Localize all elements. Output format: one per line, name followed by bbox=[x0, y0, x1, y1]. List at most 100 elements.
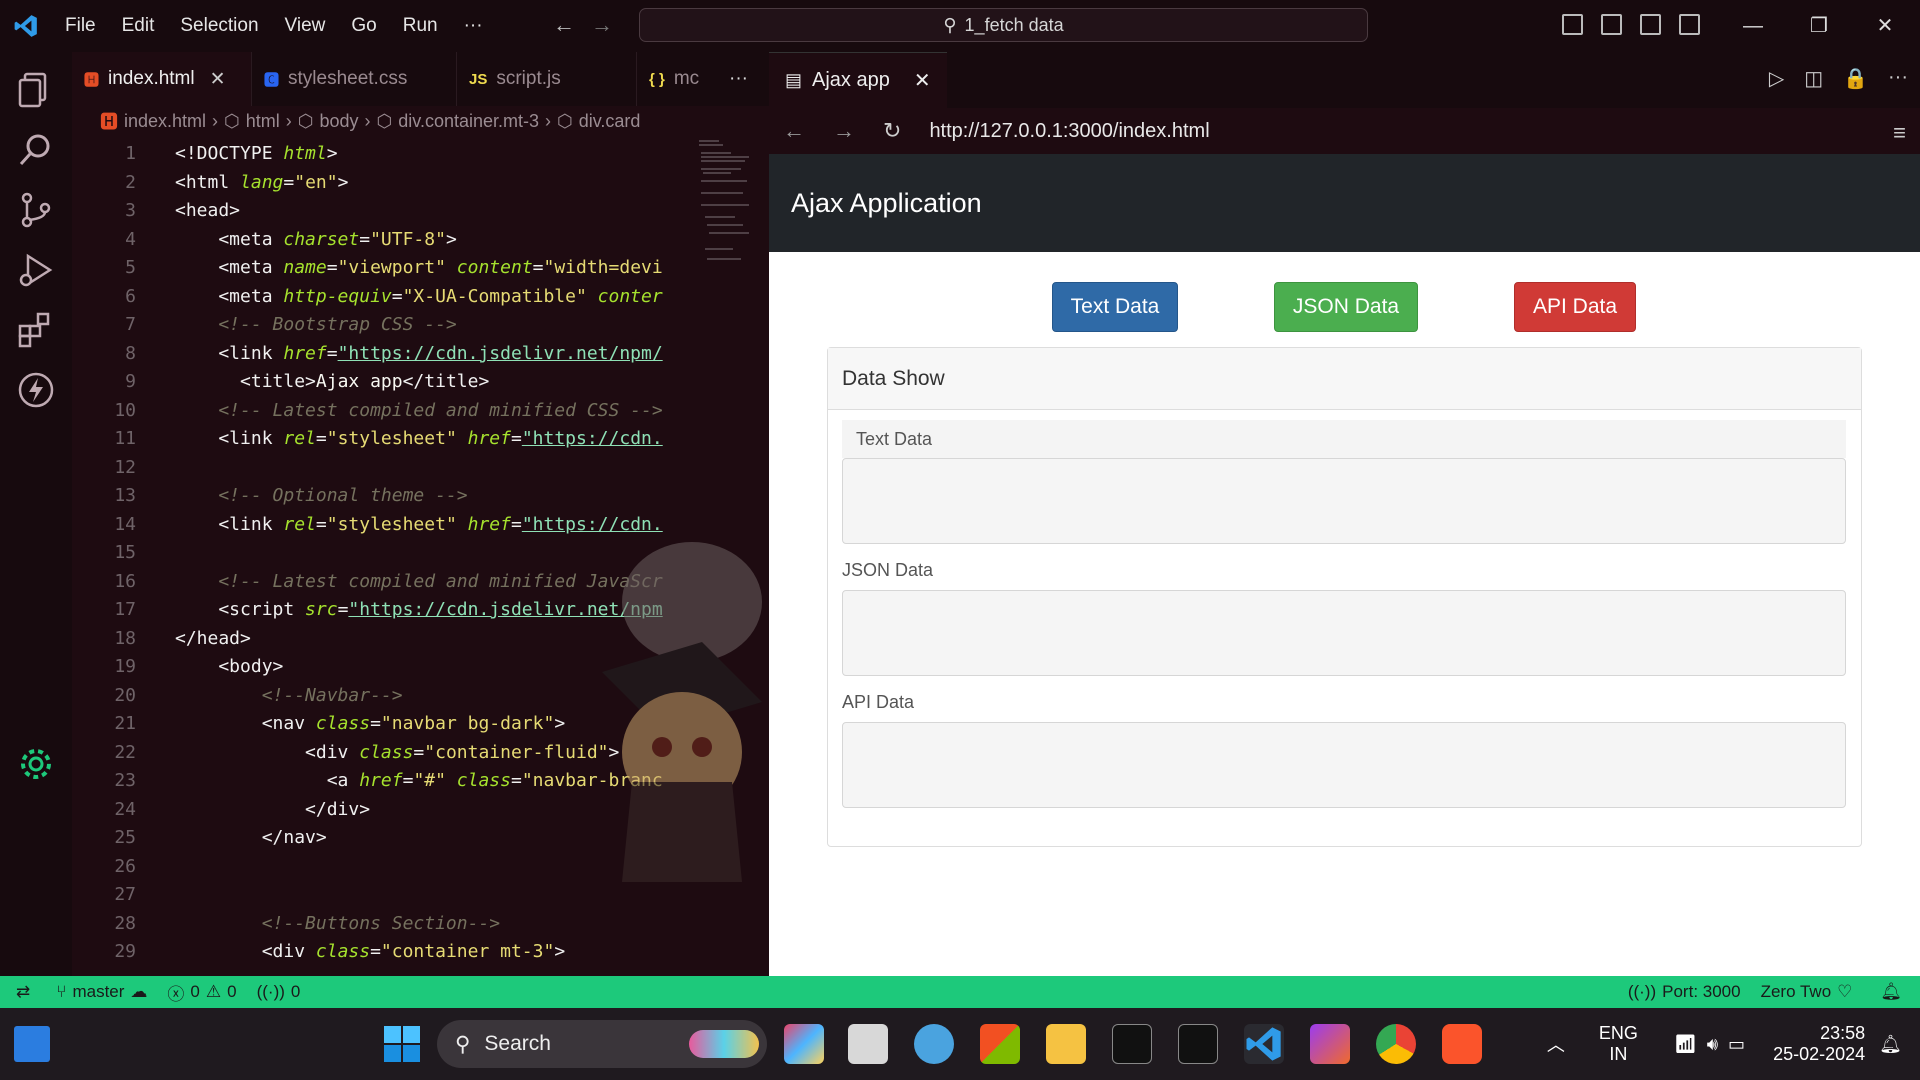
chevron-up-icon[interactable]: ︿ bbox=[1547, 1031, 1565, 1057]
thunder-client-icon[interactable] bbox=[16, 370, 56, 410]
tab-ajax-app[interactable]: ▤ Ajax app ✕ bbox=[769, 52, 947, 108]
url-field[interactable]: http://127.0.0.1:3000/index.html bbox=[929, 120, 1209, 143]
code-line[interactable]: 8 <link href="https://cdn.jsdelivr.net/n… bbox=[72, 340, 769, 369]
source-control-icon[interactable] bbox=[16, 190, 56, 230]
widgets-icon[interactable] bbox=[14, 1026, 50, 1062]
app-icon[interactable] bbox=[1310, 1024, 1350, 1064]
wifi-icon[interactable]: 📶︎ bbox=[1674, 1034, 1697, 1055]
code-line[interactable]: 28 <!--Buttons Section--> bbox=[72, 910, 769, 939]
tab-stylesheet-css[interactable]: 🅲 stylesheet.css bbox=[252, 52, 457, 106]
code-line[interactable]: 1 <!DOCTYPE html> bbox=[72, 140, 769, 169]
file-explorer-icon[interactable] bbox=[1046, 1024, 1086, 1064]
git-branch[interactable]: ⑂ master ☁ bbox=[46, 982, 157, 1002]
reload-icon[interactable]: ↻ bbox=[883, 118, 901, 144]
menu-file[interactable]: File bbox=[52, 0, 109, 52]
vscode-taskbar-icon[interactable] bbox=[1244, 1024, 1284, 1064]
minimap[interactable] bbox=[697, 138, 752, 288]
taskbar-search[interactable]: ⚲ Search bbox=[437, 1020, 767, 1068]
line-number: 16 bbox=[114, 570, 136, 592]
code-line[interactable]: 4 <meta charset="UTF-8"> bbox=[72, 226, 769, 255]
menu-edit[interactable]: Edit bbox=[109, 0, 168, 52]
close-tab-icon[interactable]: ✕ bbox=[914, 68, 931, 93]
terminal-icon[interactable] bbox=[1112, 1024, 1152, 1064]
notification-center-icon[interactable]: 🔔︎ bbox=[1879, 1034, 1902, 1055]
split-editor-icon[interactable]: ◫ bbox=[1804, 66, 1823, 91]
breadcrumb-item[interactable]: div.card bbox=[579, 111, 641, 132]
customize-layout-icon[interactable] bbox=[1679, 14, 1700, 35]
microsoft-store-icon[interactable] bbox=[980, 1024, 1020, 1064]
close-tab-icon[interactable]: ✕ bbox=[210, 68, 226, 91]
clock[interactable]: 23:58 25-02-2024 bbox=[1773, 1023, 1865, 1065]
code-line[interactable]: 7 <!-- Bootstrap CSS --> bbox=[72, 311, 769, 340]
breadcrumb-item[interactable]: body bbox=[320, 111, 359, 132]
json-data-button[interactable]: JSON Data bbox=[1274, 282, 1418, 332]
live-server-port[interactable]: ((·)) Port: 3000 bbox=[1618, 982, 1751, 1002]
menu-selection[interactable]: Selection bbox=[167, 0, 271, 52]
code-line[interactable]: 29 <div class="container mt-3"> bbox=[72, 938, 769, 967]
explorer-icon[interactable] bbox=[16, 70, 56, 110]
start-windows-icon[interactable] bbox=[382, 1024, 422, 1064]
run-icon[interactable]: ▷ bbox=[1769, 66, 1784, 91]
brave-icon[interactable] bbox=[1442, 1024, 1482, 1064]
code-line[interactable]: 13 <!-- Optional theme --> bbox=[72, 482, 769, 511]
theme-indicator[interactable]: Zero Two ♡ bbox=[1751, 982, 1863, 1002]
chrome-icon[interactable] bbox=[1376, 1024, 1416, 1064]
code-line[interactable]: 12 bbox=[72, 454, 769, 483]
more-tabs-button[interactable]: ··· bbox=[717, 52, 760, 106]
more-actions-icon[interactable]: ··· bbox=[1888, 66, 1908, 91]
text-data-button[interactable]: Text Data bbox=[1052, 282, 1178, 332]
minimize-icon[interactable]: — bbox=[1720, 0, 1786, 52]
line-text: <title>Ajax app</title> bbox=[175, 371, 490, 392]
problems-indicator[interactable]: ⓧ 0 ⚠ 0 bbox=[157, 980, 246, 1005]
extensions-icon[interactable] bbox=[16, 310, 56, 350]
breadcrumb-item[interactable]: index.html bbox=[124, 111, 206, 132]
hamburger-menu-icon[interactable]: ≡ bbox=[1893, 120, 1906, 146]
breadcrumb-item[interactable]: html bbox=[246, 111, 280, 132]
toggle-primary-sidebar-icon[interactable] bbox=[1562, 14, 1583, 35]
notifications-bell[interactable]: 🔔︎ bbox=[1862, 982, 1920, 1002]
volume-icon[interactable]: 🔊︎ bbox=[1707, 1034, 1718, 1055]
back-arrow-icon[interactable]: ← bbox=[553, 12, 575, 38]
run-debug-icon[interactable] bbox=[16, 250, 56, 290]
ports-indicator[interactable]: ((·)) 0 bbox=[247, 982, 311, 1002]
lock-icon[interactable]: 🔒 bbox=[1843, 66, 1868, 91]
code-line[interactable]: 27 bbox=[72, 881, 769, 910]
menu-view[interactable]: View bbox=[272, 0, 339, 52]
settings-gear-icon[interactable] bbox=[16, 744, 56, 784]
menu-more[interactable]: ··· bbox=[451, 0, 496, 52]
tab-script-js[interactable]: JS script.js bbox=[457, 52, 637, 106]
tab-index-html[interactable]: 🅷 index.html ✕ bbox=[72, 52, 252, 106]
code-line[interactable]: 3 <head> bbox=[72, 197, 769, 226]
task-view-icon[interactable] bbox=[848, 1024, 888, 1064]
code-line[interactable]: 11 <link rel="stylesheet" href="https://… bbox=[72, 425, 769, 454]
remote-indicator[interactable]: ⇄ bbox=[0, 982, 46, 1002]
mysql-icon[interactable] bbox=[1178, 1024, 1218, 1064]
code-line[interactable]: 6 <meta http-equiv="X-UA-Compatible" con… bbox=[72, 283, 769, 312]
language-indicator[interactable]: ENG IN bbox=[1599, 1023, 1638, 1065]
breadcrumb-item[interactable]: div.container.mt-3 bbox=[398, 111, 539, 132]
forward-arrow-icon[interactable]: → bbox=[591, 12, 613, 38]
tab-mc[interactable]: { } mc bbox=[637, 52, 717, 106]
toggle-panel-icon[interactable] bbox=[1601, 14, 1622, 35]
code-line[interactable]: 5 <meta name="viewport" content="width=d… bbox=[72, 254, 769, 283]
code-line[interactable]: 10 <!-- Latest compiled and minified CSS… bbox=[72, 397, 769, 426]
html-file-icon: 🅷 bbox=[84, 71, 100, 89]
forward-arrow-icon[interactable]: → bbox=[833, 118, 855, 144]
command-center-search[interactable]: ⚲ 1_fetch data bbox=[639, 8, 1368, 42]
code-line[interactable]: 9 <title>Ajax app</title> bbox=[72, 368, 769, 397]
code-line[interactable]: 2 <html lang="en"> bbox=[72, 169, 769, 198]
restore-icon[interactable]: ❐ bbox=[1786, 0, 1852, 52]
navbar-brand[interactable]: Ajax Application bbox=[791, 188, 982, 219]
api-data-button[interactable]: API Data bbox=[1514, 282, 1636, 332]
copilot-pre-icon[interactable] bbox=[784, 1024, 824, 1064]
line-number: 18 bbox=[114, 627, 136, 649]
toggle-secondary-sidebar-icon[interactable] bbox=[1640, 14, 1661, 35]
paint-icon[interactable] bbox=[914, 1024, 954, 1064]
activity-bar bbox=[0, 52, 72, 976]
menu-run[interactable]: Run bbox=[390, 0, 451, 52]
menu-go[interactable]: Go bbox=[338, 0, 389, 52]
battery-icon[interactable]: ▭ bbox=[1728, 1034, 1745, 1055]
back-arrow-icon[interactable]: ← bbox=[783, 118, 805, 144]
search-icon[interactable] bbox=[16, 130, 56, 170]
close-window-icon[interactable]: ✕ bbox=[1852, 0, 1918, 52]
